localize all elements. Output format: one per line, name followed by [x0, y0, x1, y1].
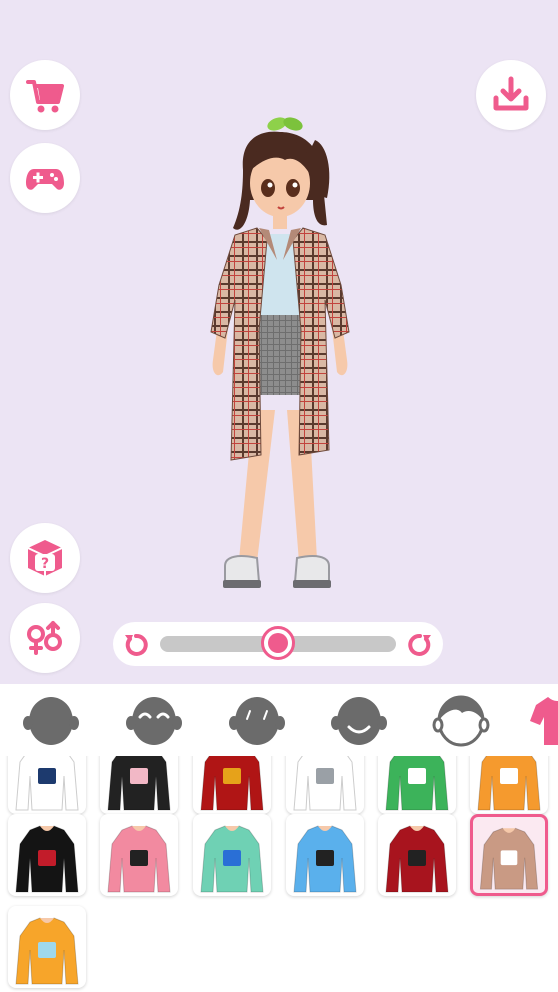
head-smile-icon	[331, 697, 387, 745]
gamepad-icon	[26, 169, 64, 190]
shirt-icon	[530, 697, 558, 745]
mystery-box-icon: ?	[27, 540, 63, 576]
clothing-thumbnail	[385, 825, 449, 893]
rotate-right-icon[interactable]	[405, 629, 435, 659]
category-mouth[interactable]	[328, 692, 390, 748]
clothing-item[interactable]	[470, 814, 548, 896]
clothing-item[interactable]	[100, 814, 178, 896]
clothing-thumbnail	[15, 825, 79, 893]
clothing-item[interactable]	[8, 906, 86, 988]
avatar-stage: ?	[0, 0, 558, 684]
avatar-character	[195, 110, 365, 620]
head-brows-icon	[229, 697, 285, 745]
shop-button[interactable]	[10, 60, 80, 130]
avatar-illustration	[210, 117, 350, 588]
rotation-slider[interactable]	[113, 622, 443, 666]
clothing-item[interactable]	[193, 756, 271, 814]
clothing-thumbnail	[293, 825, 357, 893]
shopping-cart-icon	[26, 80, 64, 113]
random-outfit-button[interactable]: ?	[10, 523, 80, 593]
clothing-item[interactable]	[378, 814, 456, 896]
clothing-item[interactable]	[8, 814, 86, 896]
clothing-item[interactable]	[8, 756, 86, 814]
category-face-shape[interactable]	[20, 692, 82, 748]
clothing-thumbnail	[107, 825, 171, 893]
clothing-item[interactable]	[100, 756, 178, 814]
clothing-thumbnail	[200, 825, 264, 893]
save-button[interactable]	[476, 60, 546, 130]
gender-icon	[27, 621, 62, 655]
head-closed-eyes-icon	[126, 697, 182, 745]
clothing-thumbnail	[107, 756, 171, 811]
clothing-item[interactable]	[470, 756, 548, 814]
clothing-thumbnail	[15, 917, 79, 985]
games-button[interactable]	[10, 143, 80, 213]
gender-switch-button[interactable]	[10, 603, 80, 673]
head-hair-outline-icon	[432, 695, 490, 747]
clothing-thumbnail	[479, 827, 539, 890]
category-eyebrows[interactable]	[226, 692, 288, 748]
clothing-grid	[0, 756, 558, 992]
clothing-thumbnail	[385, 756, 449, 811]
clothing-thumbnail	[293, 756, 357, 811]
rotate-left-icon[interactable]	[121, 629, 151, 659]
head-icon	[23, 697, 79, 745]
clothing-item[interactable]	[286, 814, 364, 896]
clothing-thumbnail	[200, 756, 264, 811]
category-tops[interactable]	[528, 692, 558, 748]
clothing-item[interactable]	[286, 756, 364, 814]
clothing-item[interactable]	[378, 756, 456, 814]
clothing-item[interactable]	[193, 814, 271, 896]
category-eyes[interactable]	[123, 692, 185, 748]
svg-text:?: ?	[41, 556, 49, 572]
clothing-thumbnail	[15, 756, 79, 811]
slider-knob[interactable]	[261, 626, 295, 660]
category-hair[interactable]	[430, 692, 492, 748]
clothing-thumbnail	[477, 756, 541, 811]
download-icon	[493, 76, 529, 111]
category-bar	[0, 684, 558, 756]
